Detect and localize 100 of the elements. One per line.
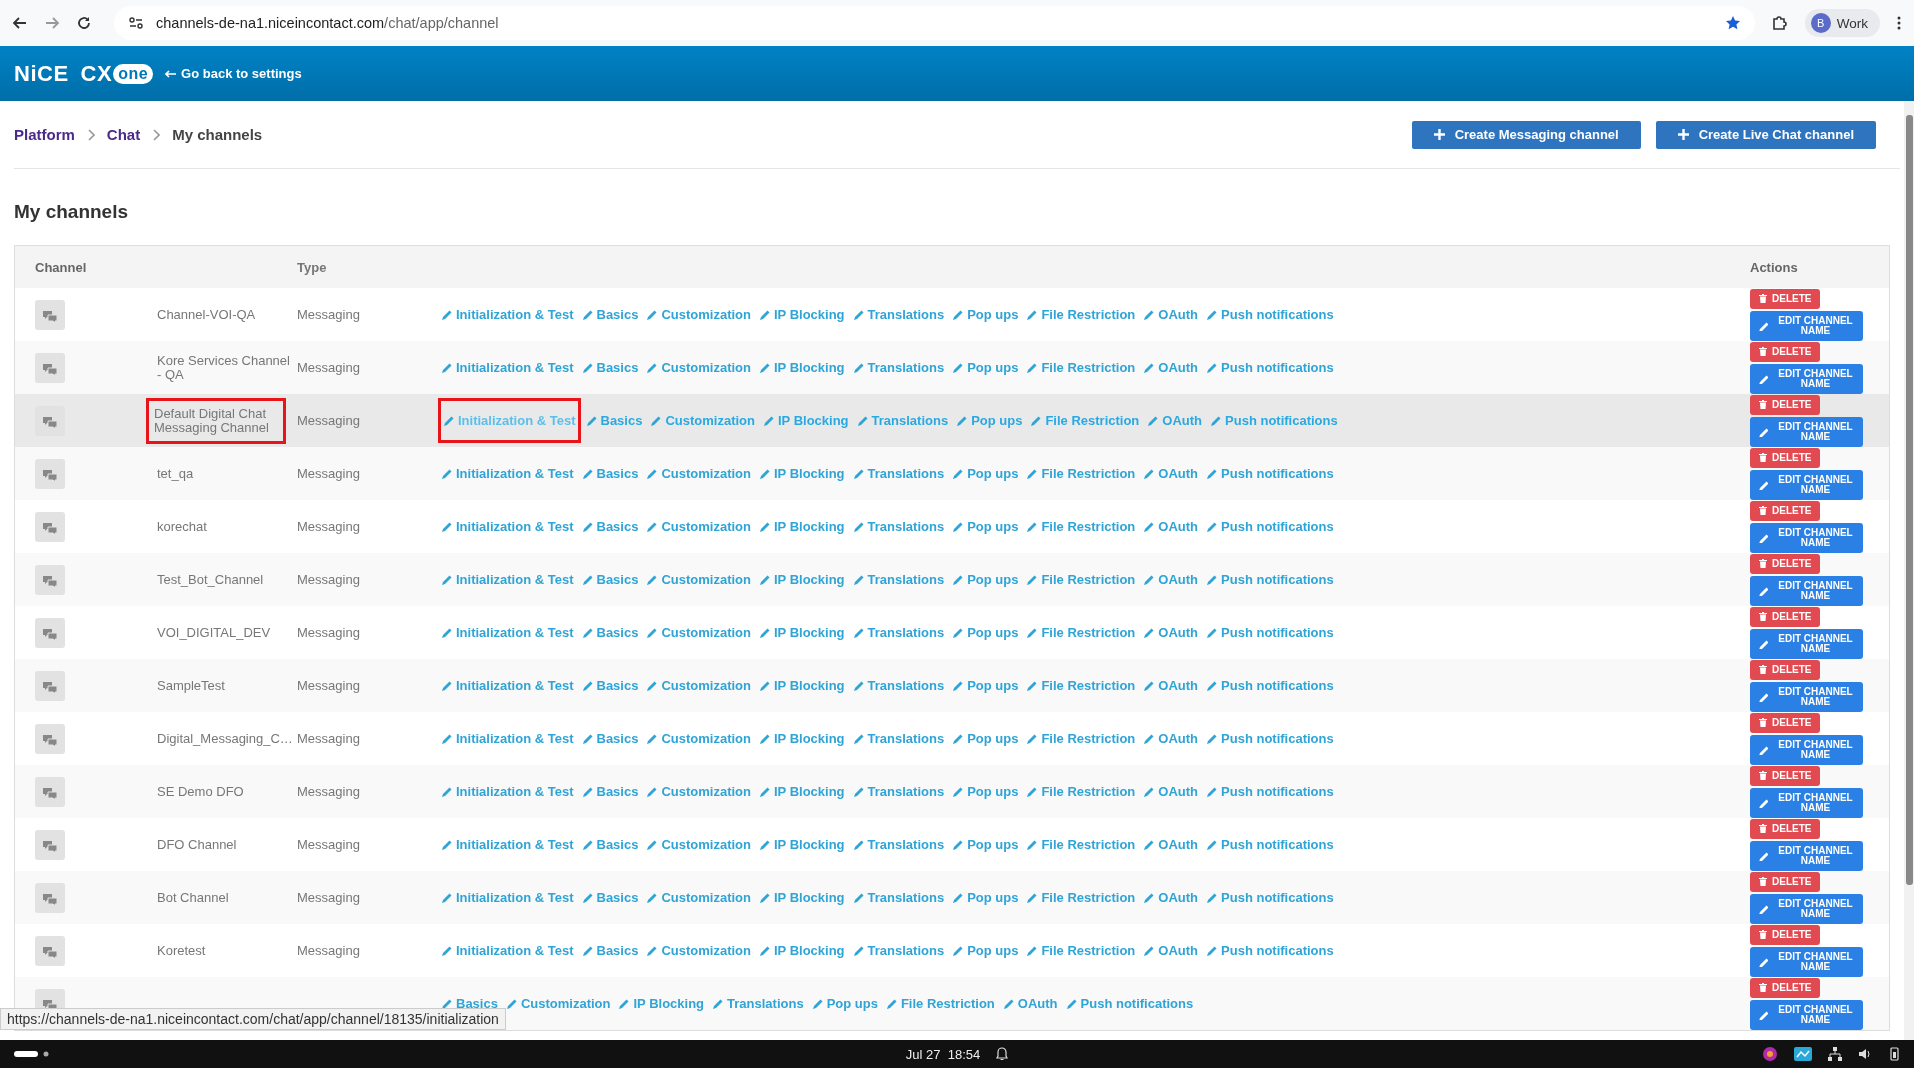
settings-link[interactable]: OAuth xyxy=(1143,307,1199,322)
delete-button[interactable]: DELETE xyxy=(1750,447,1821,468)
edit-name-button[interactable]: EDIT CHANNEL NAME xyxy=(1750,734,1863,765)
settings-link[interactable]: Push notifications xyxy=(1206,466,1334,481)
settings-link[interactable]: Initialization & Test xyxy=(441,625,574,640)
settings-link[interactable]: Initialization & Test xyxy=(441,890,574,905)
edit-name-button[interactable]: EDIT CHANNEL NAME xyxy=(1750,469,1863,500)
edit-name-button[interactable]: EDIT CHANNEL NAME xyxy=(1750,787,1863,818)
settings-link[interactable]: File Restriction xyxy=(885,996,995,1011)
settings-link[interactable]: IP Blocking xyxy=(759,572,845,587)
settings-link[interactable]: Basics xyxy=(581,466,639,481)
settings-link[interactable]: Translations xyxy=(852,466,945,481)
edit-name-button[interactable]: EDIT CHANNEL NAME xyxy=(1750,575,1863,606)
settings-link[interactable]: Pop ups xyxy=(952,360,1019,375)
delete-button[interactable]: DELETE xyxy=(1750,765,1821,786)
settings-link[interactable]: Basics xyxy=(581,784,639,799)
settings-link[interactable]: Push notifications xyxy=(1206,625,1334,640)
delete-button[interactable]: DELETE xyxy=(1750,341,1821,362)
settings-link[interactable]: Push notifications xyxy=(1206,360,1334,375)
settings-link[interactable]: OAuth xyxy=(1143,572,1199,587)
settings-link[interactable]: Initialization & Test xyxy=(441,360,574,375)
settings-link[interactable]: OAuth xyxy=(1143,837,1199,852)
edit-name-button[interactable]: EDIT CHANNEL NAME xyxy=(1750,893,1863,924)
settings-link[interactable]: OAuth xyxy=(1143,466,1199,481)
back-link[interactable]: Go back to settings xyxy=(165,66,302,81)
breadcrumb-link[interactable]: Platform xyxy=(14,126,75,143)
settings-link[interactable]: Customization xyxy=(646,731,751,746)
settings-link[interactable]: IP Blocking xyxy=(759,307,845,322)
settings-link[interactable]: Pop ups xyxy=(952,837,1019,852)
settings-link[interactable]: File Restriction xyxy=(1026,784,1136,799)
settings-link[interactable]: OAuth xyxy=(1143,625,1199,640)
edit-name-button[interactable]: EDIT CHANNEL NAME xyxy=(1750,416,1863,447)
settings-link[interactable]: Customization xyxy=(646,519,751,534)
settings-link[interactable]: File Restriction xyxy=(1026,466,1136,481)
settings-link[interactable]: File Restriction xyxy=(1030,413,1140,428)
settings-link[interactable]: Initialization & Test xyxy=(441,401,578,440)
delete-button[interactable]: DELETE xyxy=(1750,818,1821,839)
settings-link[interactable]: Translations xyxy=(852,731,945,746)
delete-button[interactable]: DELETE xyxy=(1750,712,1821,733)
settings-link[interactable]: OAuth xyxy=(1143,890,1199,905)
settings-link[interactable]: OAuth xyxy=(1143,784,1199,799)
settings-link[interactable]: Push notifications xyxy=(1206,890,1334,905)
settings-link[interactable]: Pop ups xyxy=(952,307,1019,322)
settings-link[interactable]: Basics xyxy=(581,519,639,534)
settings-link[interactable]: File Restriction xyxy=(1026,307,1136,322)
settings-link[interactable]: Translations xyxy=(852,837,945,852)
settings-link[interactable]: Pop ups xyxy=(956,413,1023,428)
profile-button[interactable]: B Work xyxy=(1804,9,1880,37)
settings-link[interactable]: File Restriction xyxy=(1026,837,1136,852)
scrollbar-thumb[interactable] xyxy=(1906,115,1913,885)
settings-link[interactable]: Customization xyxy=(646,890,751,905)
settings-link[interactable]: Initialization & Test xyxy=(441,837,574,852)
settings-link[interactable]: File Restriction xyxy=(1026,890,1136,905)
settings-link[interactable]: IP Blocking xyxy=(759,943,845,958)
settings-link[interactable]: Basics xyxy=(581,837,639,852)
settings-link[interactable]: Push notifications xyxy=(1206,943,1334,958)
delete-button[interactable]: DELETE xyxy=(1750,553,1821,574)
delete-button[interactable]: DELETE xyxy=(1750,924,1821,945)
scrollbar[interactable] xyxy=(1904,101,1914,1040)
settings-link[interactable]: Initialization & Test xyxy=(441,519,574,534)
edit-name-button[interactable]: EDIT CHANNEL NAME xyxy=(1750,999,1863,1030)
settings-link[interactable]: Translations xyxy=(852,519,945,534)
settings-link[interactable]: Pop ups xyxy=(811,996,878,1011)
settings-link[interactable]: File Restriction xyxy=(1026,360,1136,375)
settings-link[interactable]: Push notifications xyxy=(1065,996,1194,1011)
delete-button[interactable]: DELETE xyxy=(1750,394,1821,415)
settings-link[interactable]: Initialization & Test xyxy=(441,572,574,587)
settings-link[interactable]: Customization xyxy=(646,678,751,693)
edit-name-button[interactable]: EDIT CHANNEL NAME xyxy=(1750,310,1863,341)
settings-link[interactable]: IP Blocking xyxy=(759,360,845,375)
settings-link[interactable]: File Restriction xyxy=(1026,678,1136,693)
settings-link[interactable]: Translations xyxy=(852,360,945,375)
settings-link[interactable]: Customization xyxy=(646,625,751,640)
settings-link[interactable]: OAuth xyxy=(1143,731,1199,746)
settings-link[interactable]: Translations xyxy=(852,572,945,587)
delete-button[interactable]: DELETE xyxy=(1750,871,1821,892)
settings-link[interactable]: IP Blocking xyxy=(618,996,705,1011)
settings-link[interactable]: OAuth xyxy=(1002,996,1058,1011)
settings-link[interactable]: Basics xyxy=(581,307,639,322)
settings-link[interactable]: Basics xyxy=(581,360,639,375)
clock[interactable]: Jul 27 18:54 xyxy=(905,1046,981,1062)
settings-link[interactable]: Basics xyxy=(581,731,639,746)
settings-link[interactable]: Basics xyxy=(441,996,498,1011)
settings-link[interactable]: Translations xyxy=(852,890,945,905)
settings-link[interactable]: File Restriction xyxy=(1026,943,1136,958)
delete-button[interactable]: DELETE xyxy=(1750,288,1821,309)
settings-link[interactable]: Initialization & Test xyxy=(441,307,574,322)
settings-link[interactable]: IP Blocking xyxy=(759,466,845,481)
settings-link[interactable]: Initialization & Test xyxy=(441,678,574,693)
edit-name-button[interactable]: EDIT CHANNEL NAME xyxy=(1750,840,1863,871)
settings-link[interactable]: Pop ups xyxy=(952,572,1019,587)
settings-link[interactable]: Push notifications xyxy=(1210,413,1338,428)
settings-link[interactable]: File Restriction xyxy=(1026,731,1136,746)
settings-link[interactable]: Customization xyxy=(646,572,751,587)
settings-link[interactable]: Basics xyxy=(581,890,639,905)
create-channel-button[interactable]: Create Messaging channel xyxy=(1411,120,1641,149)
settings-link[interactable]: File Restriction xyxy=(1026,519,1136,534)
settings-link[interactable]: Basics xyxy=(585,413,643,428)
settings-link[interactable]: Pop ups xyxy=(952,625,1019,640)
settings-link[interactable]: OAuth xyxy=(1143,678,1199,693)
